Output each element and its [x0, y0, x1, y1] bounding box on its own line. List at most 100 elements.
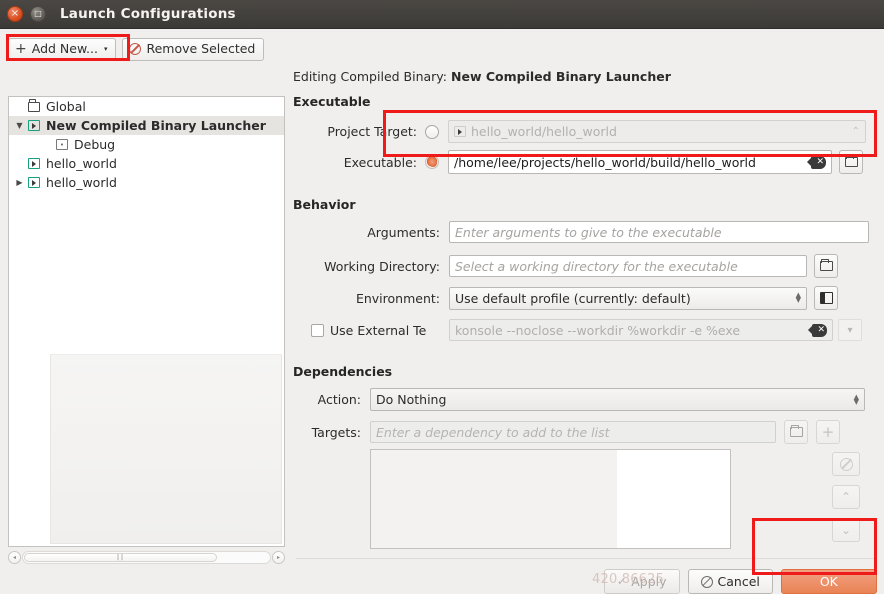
- configurations-toolbar: + Add New... ▾ Remove Selected: [8, 38, 265, 62]
- project-target-radio[interactable]: [425, 124, 439, 139]
- scrollbar-thumb[interactable]: ‖‖: [24, 553, 217, 562]
- tree-item-label: hello_world: [46, 156, 117, 171]
- folder-icon: [819, 258, 833, 271]
- arguments-label: Arguments:: [367, 224, 440, 240]
- executable-path-input[interactable]: /home/lee/projects/hello_world/build/hel…: [448, 150, 832, 174]
- add-new-button[interactable]: + Add New... ▾: [8, 38, 117, 62]
- remove-icon: [839, 457, 853, 471]
- tree-item-1[interactable]: ▼ New Compiled Binary Launcher: [9, 116, 284, 135]
- target-icon: [454, 126, 466, 137]
- action-label: Action:: [317, 392, 361, 407]
- scrollbar-track[interactable]: ‖‖: [22, 551, 271, 564]
- project-target-value: hello_world/hello_world: [471, 124, 617, 139]
- action-combo[interactable]: Do Nothing ▲ ▼: [370, 388, 865, 411]
- target-icon: [26, 177, 42, 188]
- tree-item-4[interactable]: ▶ hello_world: [9, 173, 284, 192]
- project-target-combo[interactable]: hello_world/hello_world ⌃: [448, 120, 866, 143]
- arguments-row: Arguments: Enter arguments to give to th…: [293, 221, 878, 243]
- tree-item-2[interactable]: • Debug: [9, 135, 284, 154]
- tree-item-label: hello_world: [46, 175, 117, 190]
- spinner-icon[interactable]: ▲ ▼: [796, 292, 801, 304]
- working-directory-row: Working Directory: Select a working dire…: [293, 254, 878, 278]
- chevron-down-icon[interactable]: ▼: [13, 121, 26, 130]
- working-directory-input[interactable]: Select a working directory for the execu…: [449, 255, 807, 277]
- tree-item-label: Debug: [74, 137, 116, 152]
- debug-icon: •: [54, 139, 70, 150]
- plus-icon: +: [15, 41, 27, 58]
- editing-prefix: Editing Compiled Binary:: [293, 69, 448, 84]
- remove-selected-label: Remove Selected: [146, 41, 256, 56]
- targets-move-up-button[interactable]: ⌃: [832, 485, 860, 509]
- chevron-down-icon: ⌄: [840, 523, 852, 537]
- editing-name: New Compiled Binary Launcher: [451, 69, 671, 84]
- target-icon: [26, 120, 42, 131]
- working-directory-browse-button[interactable]: [814, 254, 838, 278]
- chevron-down-icon: ▾: [103, 45, 108, 54]
- scroll-left-icon[interactable]: ◂: [8, 551, 21, 564]
- environment-config-button[interactable]: [814, 286, 838, 310]
- executable-section-heading: Executable: [293, 94, 371, 109]
- spinner-icon[interactable]: ▲ ▼: [854, 393, 859, 405]
- scroll-right-icon[interactable]: ▸: [272, 551, 285, 564]
- targets-add-button[interactable]: +: [816, 420, 840, 444]
- maximize-icon[interactable]: □: [30, 6, 46, 22]
- targets-list[interactable]: [370, 449, 731, 549]
- remove-selected-button[interactable]: Remove Selected: [122, 38, 265, 62]
- close-glyph: ×: [10, 8, 20, 19]
- dependencies-section-heading: Dependencies: [293, 364, 393, 379]
- targets-actions: ⌃ ⌄: [832, 452, 860, 542]
- plus-icon: +: [821, 422, 835, 441]
- tree-item-0[interactable]: Global: [9, 97, 284, 116]
- clear-icon[interactable]: ✕: [807, 155, 826, 169]
- external-terminal-input[interactable]: konsole --noclose --workdir %workdir -e …: [449, 319, 833, 341]
- target-icon: [26, 158, 42, 169]
- watermark-text: 420.86625: [592, 572, 665, 587]
- environment-value: Use default profile (currently: default): [455, 290, 691, 306]
- targets-move-down-button[interactable]: ⌄: [832, 518, 860, 542]
- chevron-down-icon: ⌃: [851, 126, 860, 137]
- executable-radio[interactable]: [425, 155, 439, 169]
- use-external-terminal-label: Use External Te: [330, 322, 427, 338]
- arguments-input[interactable]: Enter arguments to give to the executabl…: [449, 221, 869, 243]
- environment-label: Environment:: [355, 290, 440, 306]
- launch-configurations-dialog: + Add New... ▾ Remove Selected Global ▼ Ne…: [0, 29, 884, 594]
- maximize-glyph: □: [34, 9, 42, 18]
- targets-label: Targets:: [311, 424, 361, 440]
- executable-browse-button[interactable]: [839, 150, 863, 174]
- action-value: Do Nothing: [376, 392, 447, 407]
- editing-header: Editing Compiled Binary: New Compiled Bi…: [293, 69, 671, 84]
- project-target-row: Project Target: hello_world/hello_world …: [293, 120, 878, 143]
- executable-path-value: /home/lee/projects/hello_world/build/hel…: [454, 154, 756, 170]
- external-terminal-dropdown-button[interactable]: ▾: [838, 319, 862, 341]
- targets-list-shade: [371, 450, 617, 548]
- chevron-up-icon: ⌃: [840, 490, 852, 504]
- close-icon[interactable]: ×: [7, 6, 23, 22]
- window-titlebar: × □ Launch Configurations: [0, 0, 884, 29]
- chevron-down-icon: ▾: [847, 324, 853, 336]
- working-directory-label: Working Directory:: [324, 258, 440, 274]
- folder-icon: [789, 424, 803, 437]
- tree-item-label: New Compiled Binary Launcher: [46, 118, 266, 133]
- use-external-terminal-checkbox[interactable]: [311, 323, 324, 337]
- environment-row: Environment: Use default profile (curren…: [293, 286, 878, 310]
- executable-label: Executable:: [343, 154, 417, 170]
- external-terminal-value: konsole --noclose --workdir %workdir -e …: [455, 322, 741, 338]
- targets-browse-button[interactable]: [784, 420, 808, 444]
- folder-icon: [26, 99, 42, 112]
- targets-remove-button[interactable]: [832, 452, 860, 476]
- action-row: Action: Do Nothing ▲ ▼: [293, 388, 878, 411]
- executable-row: Executable: /home/lee/projects/hello_wor…: [293, 150, 878, 174]
- chevron-right-icon[interactable]: ▶: [13, 178, 26, 187]
- behavior-section-heading: Behavior: [293, 197, 356, 212]
- add-new-label: Add New...: [31, 41, 98, 56]
- remove-icon: [129, 43, 142, 56]
- tree-horizontal-scrollbar[interactable]: ◂ ‖‖ ▸: [8, 550, 285, 565]
- external-terminal-row: Use External Te konsole --noclose --work…: [293, 319, 878, 341]
- targets-input[interactable]: Enter a dependency to add to the list: [370, 421, 776, 443]
- tree-item-3[interactable]: hello_world: [9, 154, 284, 173]
- targets-row: Targets: Enter a dependency to add to th…: [293, 420, 878, 444]
- configuration-editor-panel: Editing Compiled Binary: New Compiled Bi…: [288, 29, 884, 577]
- environment-combo[interactable]: Use default profile (currently: default)…: [449, 286, 807, 310]
- footer-separator: [296, 558, 876, 559]
- clear-icon[interactable]: ✕: [808, 323, 827, 337]
